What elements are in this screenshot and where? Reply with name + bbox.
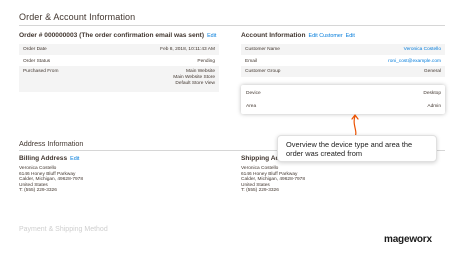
order-heading: Order # 000000003 (The order confirmatio… <box>19 32 216 39</box>
order-info-table: Order Date Feb 8, 2018, 10:11:43 AM Orde… <box>19 44 219 92</box>
area-row: Area Admin <box>246 104 441 109</box>
order-heading-text: Order # 000000003 (The order confirmatio… <box>19 32 205 39</box>
customer-name-link[interactable]: Veronica Costello <box>325 44 445 55</box>
callout-tooltip: Overview the device type and area the or… <box>277 135 437 162</box>
edit-customer-link[interactable]: Edit Customer <box>308 33 342 39</box>
section-divider <box>19 25 445 26</box>
customer-name-label: Customer Name <box>241 44 326 55</box>
order-status-value: Pending <box>197 59 215 64</box>
device-label: Device <box>246 91 261 96</box>
billing-heading: Billing Address Edit <box>19 155 79 162</box>
area-label: Area <box>246 104 257 109</box>
section-title: Order & Account Information <box>19 12 136 22</box>
order-view-page: Order & Account Information Order # 0000… <box>0 0 464 261</box>
customer-group-value: General <box>325 66 445 77</box>
account-info-table: Customer Name Veronica Costello Email ro… <box>241 44 445 77</box>
payment-section-title: Payment & Shipping Method <box>19 226 108 233</box>
email-link[interactable]: roni_cost@example.com <box>326 55 445 66</box>
shipping-heading: Shipping Ad <box>241 155 280 162</box>
device-row: Device Desktop <box>246 91 441 96</box>
billing-edit-link[interactable]: Edit <box>70 156 79 162</box>
purchased-from-label: Purchased From <box>19 66 101 92</box>
table-row: Purchased From Main Website Main Website… <box>19 66 219 92</box>
billing-heading-text: Billing Address <box>19 155 68 162</box>
table-row: Customer Group General <box>241 66 445 77</box>
order-date-value: Feb 8, 2018, 10:11:43 AM <box>100 44 219 55</box>
shipping-heading-text: Shipping Ad <box>241 155 280 162</box>
order-date-label: Order Date <box>19 44 101 55</box>
mageworx-logo: mageworx <box>384 234 432 245</box>
shipping-address: Veronica Costello 6146 Honey Bluff Parkw… <box>241 166 306 194</box>
device-value: Desktop <box>423 91 441 96</box>
table-row: Customer Name Veronica Costello <box>241 44 445 55</box>
device-area-card: Device Desktop Area Admin <box>241 85 445 114</box>
area-value: Admin <box>427 104 441 109</box>
billing-address: Veronica Costello 6146 Honey Bluff Parkw… <box>19 166 84 194</box>
account-heading: Account Information Edit Customer Edit <box>241 32 355 39</box>
address-section-title: Address Information <box>19 139 84 148</box>
order-status-label: Order Status <box>23 59 51 64</box>
table-row: Order Status Pending <box>19 55 219 66</box>
order-edit-link[interactable]: Edit <box>207 33 216 39</box>
table-row: Email roni_cost@example.com <box>241 55 445 66</box>
email-label: Email <box>245 59 257 64</box>
purchased-from-value: Main Website Main Website Store Default … <box>100 66 219 92</box>
table-row: Order Date Feb 8, 2018, 10:11:43 AM <box>19 44 219 55</box>
customer-group-label: Customer Group <box>241 66 326 77</box>
account-edit-link[interactable]: Edit <box>346 33 355 39</box>
account-heading-text: Account Information <box>241 32 306 39</box>
